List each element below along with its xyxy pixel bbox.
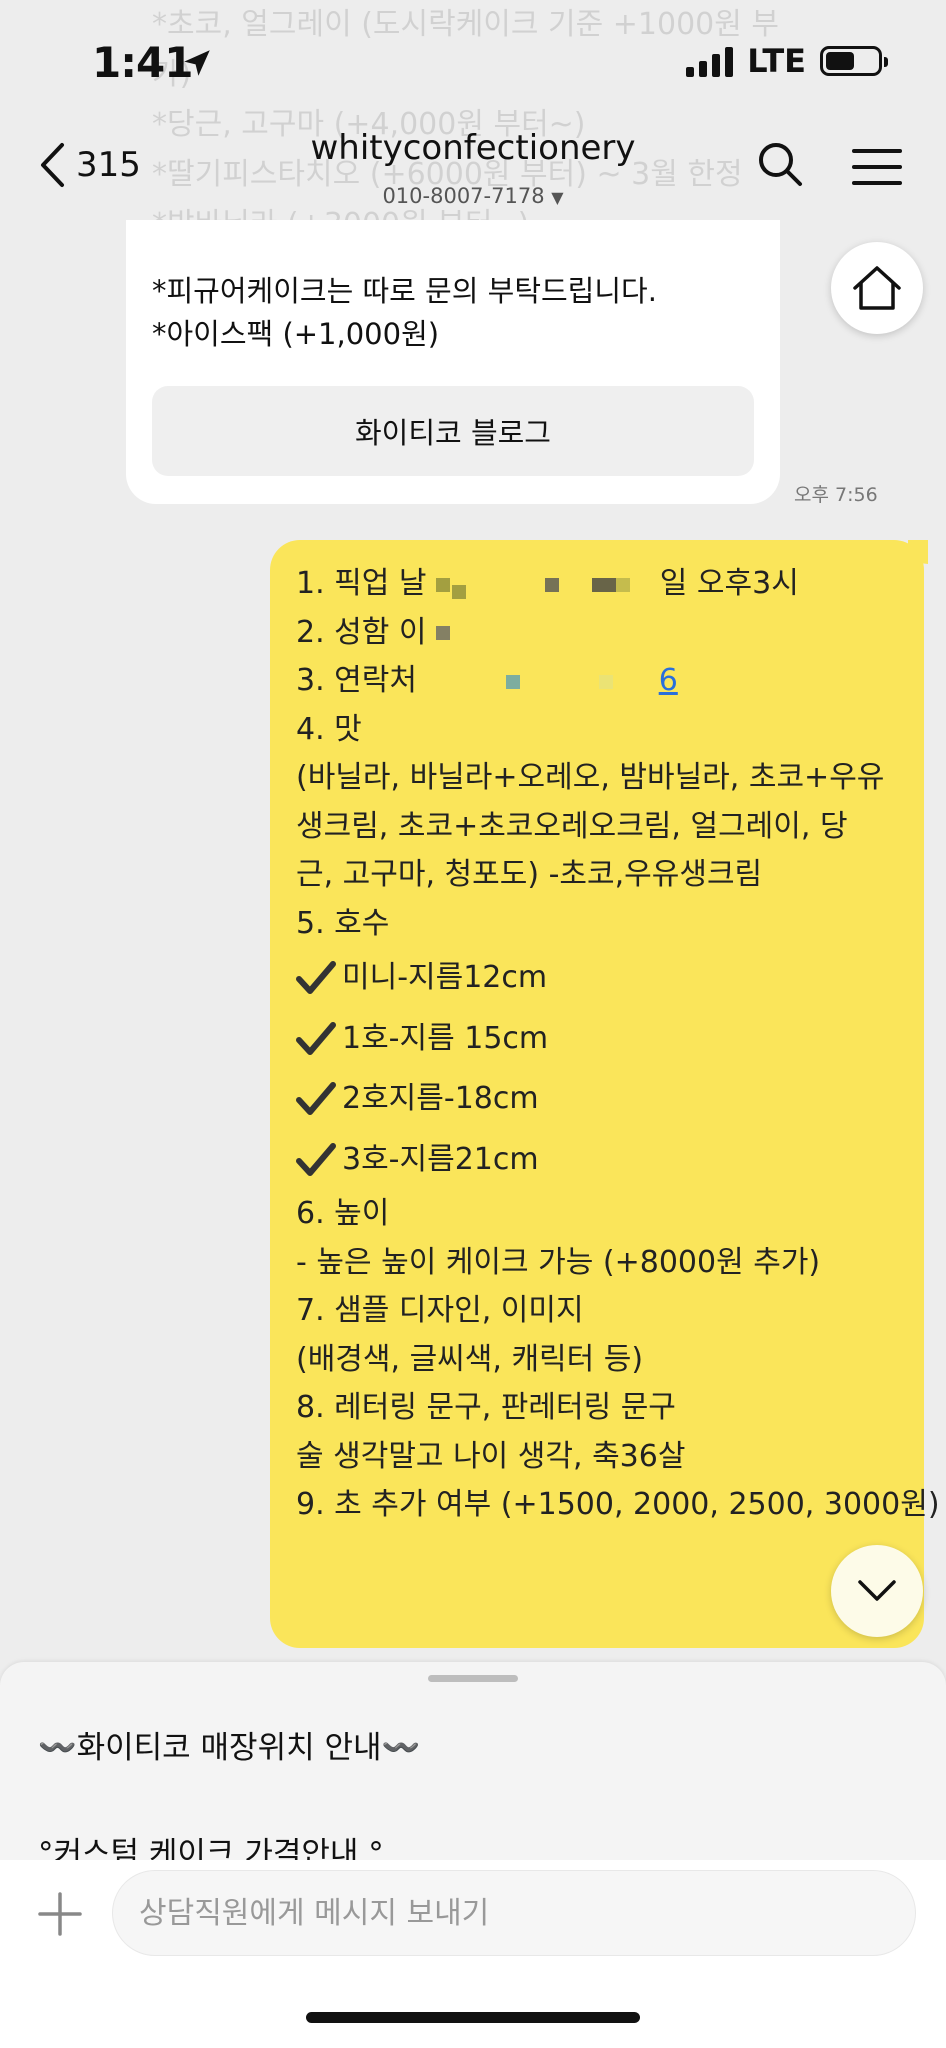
location-arrow-icon: [184, 50, 210, 76]
message-line: 미니-지름12cm: [296, 948, 906, 1009]
phone-number-link[interactable]: 6: [659, 663, 678, 698]
message-line: 3호-지름21cm: [296, 1130, 906, 1191]
status-indicators: LTE: [686, 42, 888, 80]
search-icon[interactable]: [756, 140, 804, 188]
blurred-redaction: [427, 663, 623, 698]
home-indicator: [306, 2012, 640, 2023]
channel-name: whityconfectionery: [310, 128, 636, 168]
message-line: 술 생각말고 나이 생각, 축36살: [296, 1438, 686, 1474]
network-label: LTE: [747, 42, 806, 80]
home-icon: [853, 266, 901, 310]
scroll-to-bottom-button[interactable]: [831, 1545, 923, 1637]
message-line: 1호-지름 15cm: [296, 1009, 906, 1070]
chevron-down-icon: [858, 1580, 896, 1601]
message-line: 5. 호수: [296, 905, 390, 941]
message-line: 7. 샘플 디자인, 이미지: [296, 1293, 584, 1328]
message-line: 6. 높이: [296, 1196, 390, 1231]
background-scrolled-text: *초코, 얼그레이 (도시락케이크 기준 +1000원 부 가) *당근, 고구…: [152, 7, 780, 242]
message-line: (배경색, 글씨색, 캐릭터 등): [296, 1341, 644, 1377]
caret-down-icon: ▼: [551, 188, 564, 207]
home-button[interactable]: [831, 242, 923, 334]
message-line: 생크림, 초코+초코오레오크림, 얼그레이, 당: [296, 808, 848, 844]
channel-phone[interactable]: 010-8007-7178 ▼: [0, 184, 946, 208]
sent-message-text: 1. 픽업 날 일 오후3시 2. 성함 이 3. 연락처 6 4. 맛 (바닐…: [296, 560, 940, 1530]
message-line: 1. 픽업 날 일 오후3시: [296, 566, 799, 601]
message-line: 4. 맛: [296, 711, 362, 747]
check-mark-icon: [296, 1021, 336, 1055]
sheet-drag-handle[interactable]: [428, 1675, 518, 1682]
message-line: 2호지름-18cm: [296, 1069, 906, 1130]
message-line: 3. 연락처 6: [296, 663, 678, 698]
hamburger-menu-icon[interactable]: [852, 148, 902, 186]
message-line: 2. 성함 이: [296, 609, 906, 658]
received-message-text: *피규어케이크는 따로 문의 부탁드립니다. *아이스팩 (+1,000원): [152, 274, 657, 351]
blurred-redaction: [436, 626, 451, 640]
message-input[interactable]: [112, 1870, 916, 1956]
message-line: - 높은 높이 케이크 가능 (+8000원 추가): [296, 1244, 821, 1280]
battery-icon: [820, 46, 888, 76]
check-mark-icon: [296, 1142, 336, 1176]
message-timestamp: 오후 7:56: [794, 484, 878, 506]
check-mark-icon: [296, 961, 336, 995]
check-mark-icon: [296, 1082, 336, 1116]
blurred-redaction: [436, 566, 640, 601]
status-time: 1:41: [92, 38, 193, 87]
message-line: 근, 고구마, 청포도) -초코,우유생크림: [296, 857, 763, 892]
message-line: 9. 초 추가 여부 (+1500, 2000, 2500, 3000원): [296, 1487, 940, 1522]
signal-bars-icon: [686, 45, 734, 77]
plus-icon[interactable]: [36, 1890, 84, 1938]
blog-link-button[interactable]: 화이티코 블로그: [152, 386, 754, 476]
message-line: 8. 레터링 문구, 판레터링 문구: [296, 1390, 676, 1425]
message-line: (바닐라, 바닐라+오레오, 밤바닐라, 초코+우유: [296, 760, 885, 795]
sheet-menu-item[interactable]: 〰️화이티코 매장위치 안내〰️: [38, 1722, 420, 1767]
